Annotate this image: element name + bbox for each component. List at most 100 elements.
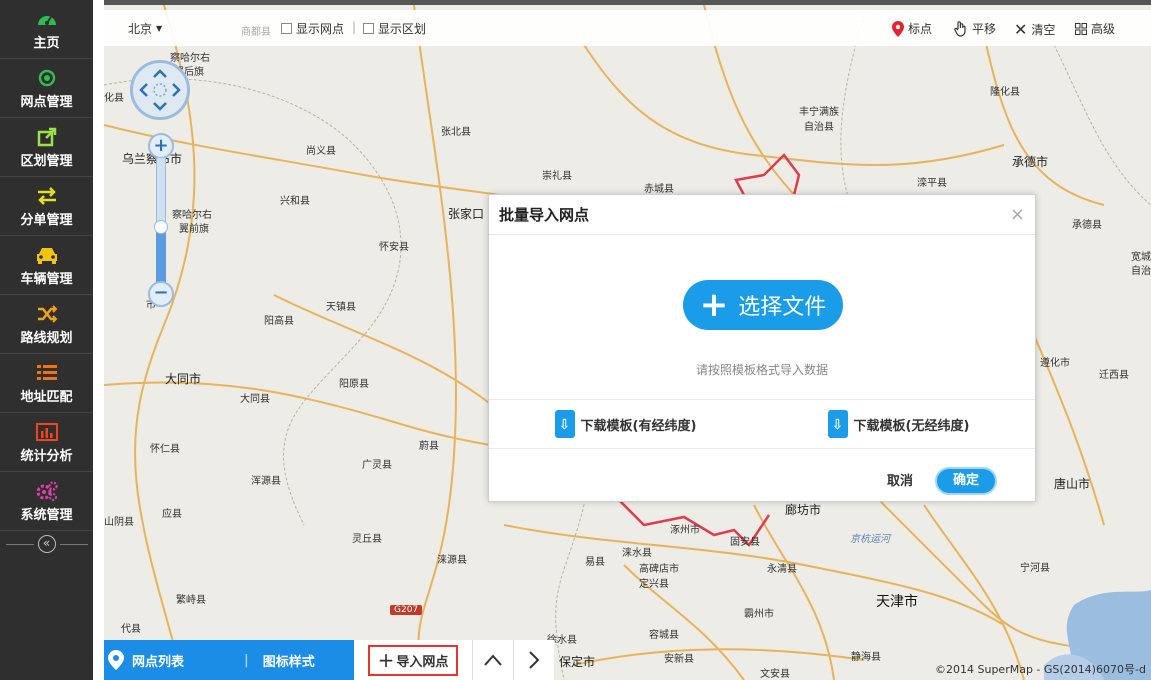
place-label: 广灵县: [362, 460, 392, 471]
collapse-button[interactable]: «: [37, 535, 56, 553]
nav-item-dispatch-management[interactable]: 分单管理: [0, 177, 93, 236]
place-label: 承德市: [1012, 155, 1049, 169]
icon-style-tab[interactable]: 图标样式: [263, 651, 315, 670]
dashboard-icon: [36, 8, 58, 30]
download-template-with-coords[interactable]: ⇩ 下载模板(有经纬度): [489, 400, 762, 448]
place-label: 蔚县: [419, 441, 439, 452]
place-label: 宁河县: [1020, 563, 1050, 574]
nav-label: 地址匹配: [20, 389, 73, 405]
nav-label: 网点管理: [20, 94, 73, 110]
hand-icon: [954, 20, 966, 37]
place-label: 化县: [104, 93, 124, 104]
show-points-toggle[interactable]: 显示网点: [281, 20, 344, 37]
copyright: ©2014 SuperMap - GS(2014)6070号-d: [935, 663, 1146, 676]
checkbox-icon[interactable]: [281, 23, 292, 34]
nav-item-route-planning[interactable]: 路线规划: [0, 295, 93, 354]
place-label: 浑源县: [251, 476, 281, 487]
close-icon[interactable]: ×: [1010, 204, 1025, 225]
place-label: 滦平县: [917, 178, 947, 189]
city-selector[interactable]: 北京 ▼: [128, 20, 162, 37]
place-label: 自治县: [804, 122, 834, 133]
place-label: 定兴县: [639, 579, 669, 590]
download-label: 下载模板(无经纬度): [853, 418, 970, 434]
clear-button[interactable]: ✕ 清空: [1014, 20, 1055, 39]
tab-separator: |: [244, 652, 249, 668]
point-list-tab[interactable]: 网点列表: [132, 651, 184, 670]
place-label: 天镇县: [326, 302, 356, 313]
chevron-right-icon: [529, 651, 540, 669]
nav-item-region-management[interactable]: 区划管理: [0, 118, 93, 177]
place-label: 翼前旗: [179, 224, 209, 235]
zoom-in-button[interactable]: +: [148, 133, 174, 159]
nav-item-outlet-management[interactable]: 网点管理: [0, 59, 93, 118]
plus-icon: +: [377, 648, 395, 672]
nav-label: 区划管理: [20, 153, 73, 169]
zoom-slider-handle[interactable]: [154, 220, 168, 234]
place-label: 隆化县: [990, 87, 1020, 98]
pan-label: 平移: [972, 22, 997, 36]
checkbox-icon[interactable]: [363, 23, 374, 34]
show-points-label: 显示网点: [296, 22, 345, 36]
place-label: 自治: [1131, 266, 1151, 277]
place-label: 怀安县: [379, 242, 409, 253]
chevron-up-icon: [484, 654, 502, 666]
place-label: 赤城县: [644, 184, 674, 195]
car-icon: [35, 244, 59, 266]
nav-item-system-management[interactable]: 系统管理: [0, 472, 93, 531]
download-label: 下载模板(有经纬度): [580, 418, 697, 434]
place-label: 大同市: [165, 372, 202, 386]
place-label: 文安县: [760, 669, 790, 680]
place-label: 察哈尔右: [170, 53, 210, 64]
import-hint: 请按照模板格式导入数据: [695, 363, 828, 377]
nav-item-statistics[interactable]: 统计分析: [0, 413, 93, 472]
import-points-button[interactable]: + 导入网点: [367, 644, 459, 676]
place-label: 应县: [162, 509, 182, 520]
place-label: 固安县: [730, 537, 760, 548]
dialog-title: 批量导入网点: [499, 206, 590, 224]
template-downloads: ⇩ 下载模板(有经纬度) ⇩ 下载模板(无经纬度): [489, 399, 1035, 449]
zoom-out-button[interactable]: −: [148, 281, 174, 307]
zoom-level-fill: [156, 229, 166, 283]
cancel-button[interactable]: 取消: [887, 470, 913, 489]
show-regions-label: 显示区划: [378, 22, 427, 36]
place-label: 大同县: [240, 394, 270, 405]
divider: [59, 543, 88, 545]
download-template-without-coords[interactable]: ⇩ 下载模板(无经纬度): [762, 400, 1035, 448]
choose-file-label: 选择文件: [738, 295, 827, 320]
nav-item-home[interactable]: 主页: [0, 0, 93, 59]
nav-label: 路线规划: [20, 330, 73, 346]
place-label: 容城县: [649, 630, 679, 641]
show-regions-toggle[interactable]: 显示区划: [363, 20, 426, 37]
sidebar-collapse: «: [0, 532, 93, 556]
pan-button[interactable]: 平移: [954, 20, 996, 37]
import-points-label: 导入网点: [396, 654, 449, 670]
place-label: 安新县: [664, 654, 694, 665]
external-link-icon: [37, 126, 57, 148]
place-label: 张家口: [448, 207, 485, 221]
collapse-up-button[interactable]: [472, 640, 513, 680]
confirm-button[interactable]: 确定: [935, 467, 997, 495]
bar-chart-icon: [35, 421, 58, 443]
place-label: 商都县: [241, 27, 271, 38]
divider: [5, 543, 34, 545]
target-icon: [37, 67, 57, 89]
city-label: 北京: [128, 22, 153, 36]
next-button[interactable]: [513, 640, 554, 680]
advanced-button[interactable]: 高级: [1075, 20, 1115, 37]
place-label: 丰宁满族: [799, 107, 839, 118]
caret-down-icon: ▼: [156, 24, 163, 33]
list-icon: [36, 362, 58, 384]
advanced-label: 高级: [1091, 22, 1116, 36]
nav-item-vehicle-management[interactable]: 车辆管理: [0, 236, 93, 295]
pan-control[interactable]: [130, 60, 190, 120]
nav-item-address-matching[interactable]: 地址匹配: [0, 354, 93, 413]
plus-icon: +: [699, 285, 729, 325]
place-label: 承德县: [1072, 220, 1102, 231]
place-label: 崇礼县: [542, 171, 572, 182]
place-label: 察哈尔右: [172, 210, 212, 221]
toolbar-separator: |: [352, 20, 357, 34]
choose-file-button[interactable]: + 选择文件: [683, 280, 843, 330]
mark-button[interactable]: 标点: [892, 20, 932, 37]
place-label: 易县: [585, 557, 605, 568]
place-label: 廊坊市: [785, 503, 822, 517]
